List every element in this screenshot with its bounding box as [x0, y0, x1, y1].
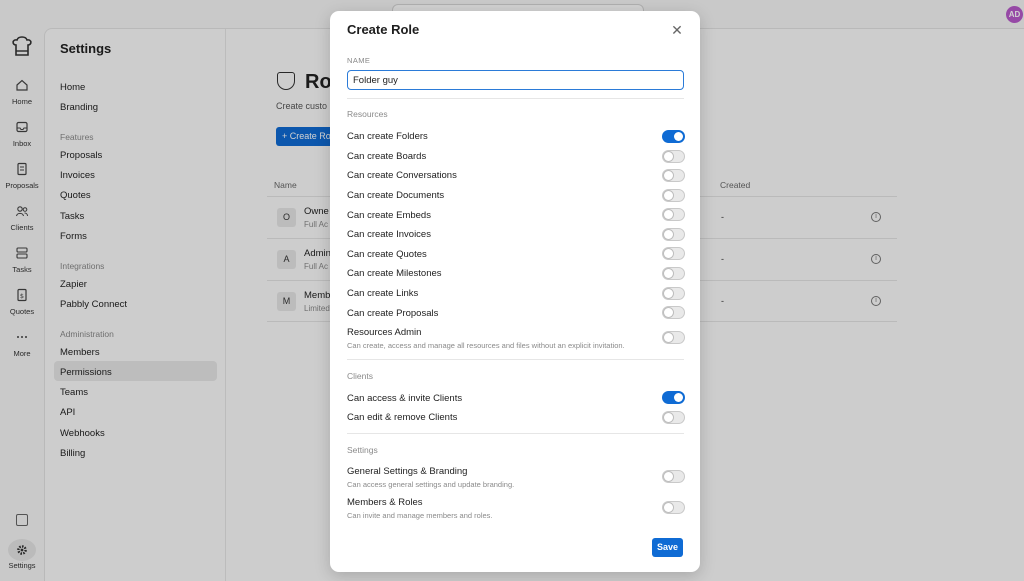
toggle-create-conversations[interactable]: [662, 169, 685, 182]
toggle-knob: [664, 472, 673, 481]
toggle-knob: [664, 333, 673, 342]
toggle-create-links[interactable]: [662, 287, 685, 300]
toggle-edit-remove-clients[interactable]: [662, 411, 685, 424]
toggle-create-folders[interactable]: [662, 130, 685, 143]
perm-desc: Can access general settings and update b…: [347, 480, 515, 489]
toggle-knob: [664, 210, 673, 219]
toggle-knob: [664, 191, 673, 200]
divider: [347, 98, 684, 99]
perm-desc: Can create, access and manage all resour…: [347, 341, 625, 350]
perm-label: Can edit & remove Clients: [347, 412, 458, 423]
toggle-create-proposals[interactable]: [662, 306, 685, 319]
toggle-knob: [674, 132, 683, 141]
toggle-knob: [664, 308, 673, 317]
toggle-members-roles[interactable]: [662, 501, 685, 514]
toggle-create-quotes[interactable]: [662, 247, 685, 260]
perm-label: General Settings & Branding: [347, 466, 468, 477]
toggle-create-boards[interactable]: [662, 150, 685, 163]
dialog-title: Create Role: [347, 22, 420, 37]
perm-label: Members & Roles: [347, 497, 423, 508]
toggle-knob: [664, 289, 673, 298]
perm-label: Can create Invoices: [347, 229, 431, 240]
toggle-create-documents[interactable]: [662, 189, 685, 202]
section-resources: Resources: [347, 109, 388, 119]
divider: [347, 359, 684, 360]
toggle-knob: [664, 230, 673, 239]
toggle-create-milestones[interactable]: [662, 267, 685, 280]
perm-label: Can create Milestones: [347, 268, 442, 279]
perm-label: Can create Embeds: [347, 210, 431, 221]
save-button[interactable]: Save: [652, 538, 683, 557]
perm-label: Resources Admin: [347, 327, 422, 338]
name-label: NAME: [347, 56, 371, 65]
perm-label: Can create Boards: [347, 151, 427, 162]
close-icon[interactable]: ✕: [670, 23, 684, 37]
divider: [347, 433, 684, 434]
toggle-create-embeds[interactable]: [662, 208, 685, 221]
toggle-knob: [674, 393, 683, 402]
toggle-access-invite-clients[interactable]: [662, 391, 685, 404]
toggle-general-settings[interactable]: [662, 470, 685, 483]
section-settings: Settings: [347, 445, 378, 455]
toggle-knob: [664, 152, 673, 161]
perm-label: Can create Quotes: [347, 249, 427, 260]
perm-label: Can create Conversations: [347, 170, 457, 181]
perm-label: Can create Proposals: [347, 308, 439, 319]
perm-label: Can create Documents: [347, 190, 445, 201]
perm-label: Can access & invite Clients: [347, 393, 463, 404]
perm-desc: Can invite and manage members and roles.: [347, 511, 493, 520]
toggle-knob: [664, 413, 673, 422]
toggle-knob: [664, 249, 673, 258]
section-clients: Clients: [347, 371, 373, 381]
toggle-knob: [664, 171, 673, 180]
toggle-knob: [664, 269, 673, 278]
role-name-input[interactable]: [347, 70, 684, 90]
create-role-dialog: Create Role ✕ NAME Resources Can create …: [330, 11, 700, 572]
toggle-resources-admin[interactable]: [662, 331, 685, 344]
toggle-knob: [664, 503, 673, 512]
toggle-create-invoices[interactable]: [662, 228, 685, 241]
perm-label: Can create Folders: [347, 131, 428, 142]
perm-label: Can create Links: [347, 288, 419, 299]
